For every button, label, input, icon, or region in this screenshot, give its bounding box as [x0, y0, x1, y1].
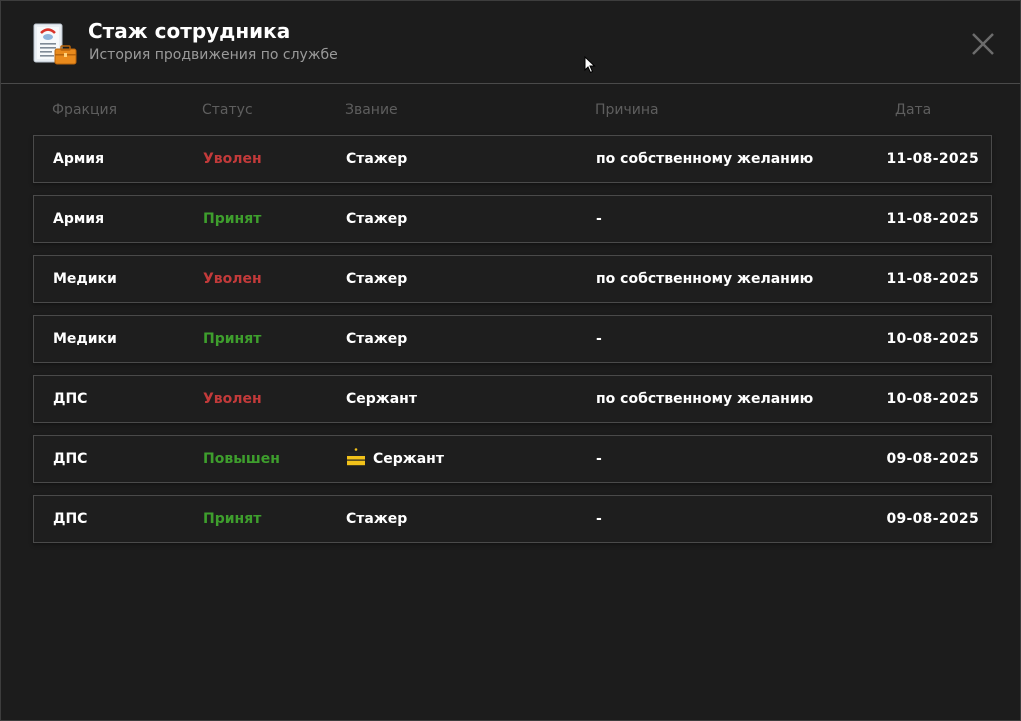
reason-cell: по собственному желанию: [596, 271, 814, 287]
table-row[interactable]: Армия Принят Стажер - 11-08-2025: [33, 195, 992, 243]
document-briefcase-icon: [33, 23, 77, 65]
seniority-window: Стаж сотрудника История продвижения по с…: [0, 0, 1021, 721]
column-header-date: Дата: [895, 102, 932, 118]
date-cell: 10-08-2025: [886, 331, 979, 347]
faction-cell: ДПС: [53, 391, 88, 407]
faction-cell: Армия: [53, 151, 105, 167]
table-row[interactable]: Армия Уволен Стажер по собственному жела…: [33, 135, 992, 183]
sergeant-insignia-icon: [347, 448, 365, 466]
reason-cell: -: [596, 211, 602, 227]
table-row[interactable]: ДПС Уволен Сержант по собственному желан…: [33, 375, 992, 423]
reason-cell: -: [596, 451, 602, 467]
rank-label: Сержант: [346, 391, 417, 407]
faction-cell: Армия: [53, 211, 105, 227]
status-cell: Принят: [203, 511, 262, 527]
status-cell: Уволен: [203, 271, 262, 287]
rank-cell: Сержант: [346, 376, 417, 422]
rank-label: Стажер: [346, 331, 408, 347]
reason-cell: по собственному желанию: [596, 391, 814, 407]
rank-cell: Стажер: [346, 136, 407, 182]
rank-label: Стажер: [346, 511, 408, 527]
close-icon[interactable]: [968, 29, 998, 59]
rank-cell: Сержант: [346, 436, 444, 482]
status-cell: Принят: [203, 331, 262, 347]
rank-label: Стажер: [346, 271, 408, 287]
status-cell: Повышен: [203, 451, 280, 467]
column-header-reason: Причина: [595, 102, 659, 118]
column-header-faction: Фракция: [52, 102, 118, 118]
window-header: Стаж сотрудника История продвижения по с…: [1, 1, 1020, 84]
date-cell: 09-08-2025: [886, 511, 979, 527]
history-table: Армия Уволен Стажер по собственному жела…: [33, 135, 992, 555]
rank-cell: Стажер: [346, 316, 407, 362]
rank-label: Стажер: [346, 211, 408, 227]
table-row[interactable]: ДПС Принят Стажер - 09-08-2025: [33, 495, 992, 543]
reason-cell: -: [596, 511, 602, 527]
status-cell: Принят: [203, 211, 262, 227]
window-subtitle: История продвижения по службе: [89, 47, 338, 63]
date-cell: 11-08-2025: [886, 271, 979, 287]
rank-cell: Стажер: [346, 196, 407, 242]
rank-cell: Стажер: [346, 496, 407, 542]
rank-cell: Стажер: [346, 256, 407, 302]
mouse-cursor-icon: [584, 56, 596, 74]
rank-label: Стажер: [346, 151, 408, 167]
faction-cell: Медики: [53, 331, 117, 347]
reason-cell: -: [596, 331, 602, 347]
table-row[interactable]: ДПС Повышен Сержант - 09-08-2025: [33, 435, 992, 483]
status-cell: Уволен: [203, 151, 262, 167]
date-cell: 10-08-2025: [886, 391, 979, 407]
window-title: Стаж сотрудника: [88, 19, 291, 43]
faction-cell: ДПС: [53, 451, 88, 467]
date-cell: 11-08-2025: [886, 151, 979, 167]
rank-label: Сержант: [373, 451, 444, 467]
table-row[interactable]: Медики Уволен Стажер по собственному жел…: [33, 255, 992, 303]
column-header-status: Статус: [202, 102, 253, 118]
date-cell: 09-08-2025: [886, 451, 979, 467]
column-header-rank: Звание: [345, 102, 398, 118]
status-cell: Уволен: [203, 391, 262, 407]
faction-cell: Медики: [53, 271, 117, 287]
faction-cell: ДПС: [53, 511, 88, 527]
date-cell: 11-08-2025: [886, 211, 979, 227]
reason-cell: по собственному желанию: [596, 151, 814, 167]
table-row[interactable]: Медики Принят Стажер - 10-08-2025: [33, 315, 992, 363]
